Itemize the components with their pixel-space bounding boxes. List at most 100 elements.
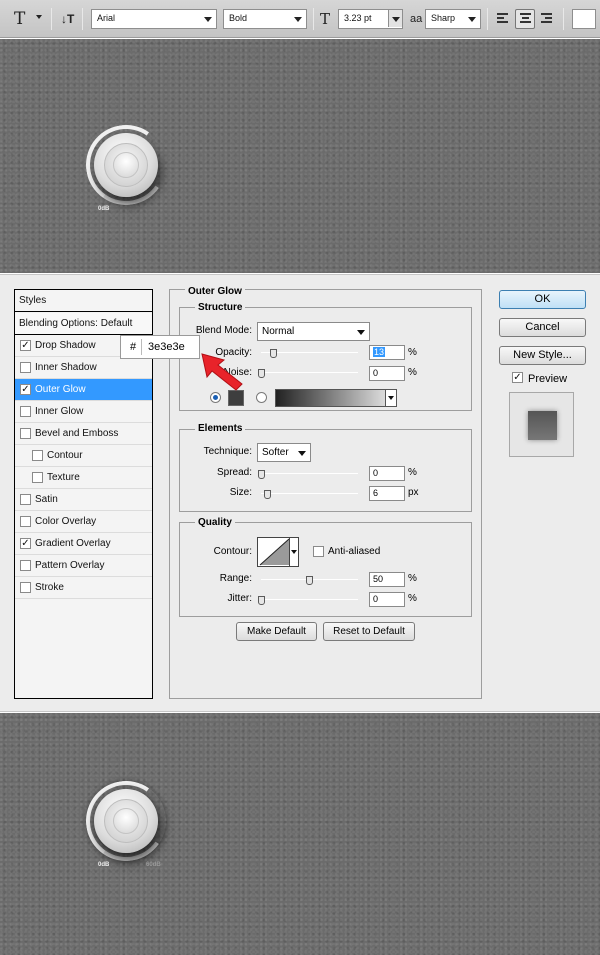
style-checkbox[interactable]: [32, 472, 43, 483]
spread-input[interactable]: 0: [369, 466, 405, 481]
size-slider[interactable]: [261, 493, 358, 494]
style-item-gradient-overlay[interactable]: ✓ Gradient Overlay: [15, 533, 152, 555]
style-item-label: Color Overlay: [35, 516, 97, 527]
style-checkbox[interactable]: [32, 450, 43, 461]
anti-alias-icon: aa: [410, 13, 423, 25]
technique-select[interactable]: Softer: [257, 443, 311, 462]
blend-mode-value: Normal: [262, 326, 295, 337]
gradient-dropdown-button[interactable]: [385, 390, 396, 406]
align-left-button[interactable]: [493, 9, 513, 29]
font-size-dropdown-button[interactable]: [388, 10, 402, 27]
contour-dropdown-button[interactable]: [289, 538, 298, 566]
glow-color-swatch[interactable]: [228, 390, 244, 406]
noise-slider-thumb[interactable]: [258, 369, 265, 378]
preview-checkbox[interactable]: ✓: [512, 372, 523, 383]
style-item-outer-glow[interactable]: ✓ Outer Glow: [15, 379, 152, 401]
noise-slider[interactable]: [261, 372, 358, 373]
styles-header[interactable]: Styles: [15, 290, 152, 312]
contour-picker[interactable]: [257, 537, 299, 567]
style-checkbox[interactable]: [20, 428, 31, 439]
toolbar-divider: [563, 8, 564, 30]
chevron-down-icon: [294, 17, 302, 22]
tool-preset-chevron-icon[interactable]: [36, 15, 42, 19]
layer-style-dialog: Styles Blending Options: Default ✓ Drop S…: [0, 274, 600, 712]
font-size-select[interactable]: 3.23 pt: [338, 9, 403, 29]
chevron-down-icon: [388, 396, 394, 400]
style-item-label: Pattern Overlay: [35, 560, 105, 571]
style-checkbox[interactable]: ✓: [20, 384, 31, 395]
chevron-down-icon: [357, 330, 365, 335]
jitter-slider[interactable]: [261, 599, 358, 600]
style-item-pattern-overlay[interactable]: Pattern Overlay: [15, 555, 152, 577]
style-item-label: Inner Glow: [35, 406, 84, 417]
style-item-label: Satin: [35, 494, 58, 505]
text-color-swatch[interactable]: [572, 9, 596, 29]
ok-button[interactable]: OK: [499, 290, 586, 309]
spread-slider-thumb[interactable]: [258, 470, 265, 479]
style-checkbox[interactable]: [20, 494, 31, 505]
knob-max-label: 60dB: [146, 862, 161, 868]
text-tool-icon[interactable]: T: [14, 9, 25, 29]
style-item-bevel-and-emboss[interactable]: Bevel and Emboss: [15, 423, 152, 445]
range-slider-thumb[interactable]: [306, 576, 313, 585]
anti-aliased-checkbox[interactable]: [313, 546, 324, 557]
jitter-slider-thumb[interactable]: [258, 596, 265, 605]
font-family-select[interactable]: Arial: [91, 9, 217, 29]
range-unit: %: [408, 573, 417, 584]
chevron-down-icon: [392, 17, 400, 22]
style-checkbox[interactable]: [20, 406, 31, 417]
opacity-slider-thumb[interactable]: [270, 349, 277, 358]
toolbar-divider: [51, 8, 52, 30]
spread-slider[interactable]: [261, 473, 358, 474]
gradient-radio[interactable]: [256, 392, 267, 403]
range-input[interactable]: 50: [369, 572, 405, 587]
style-checkbox[interactable]: [20, 362, 31, 373]
size-unit: px: [408, 487, 419, 498]
opacity-value: 13: [373, 347, 386, 357]
canvas-after: 0dB 60dB: [0, 713, 600, 955]
style-preview-thumbnail: [509, 392, 574, 457]
callout-divider: [141, 339, 142, 355]
font-style-select[interactable]: Bold: [223, 9, 307, 29]
style-checkbox[interactable]: [20, 516, 31, 527]
style-item-color-overlay[interactable]: Color Overlay: [15, 511, 152, 533]
hash-symbol: #: [130, 341, 137, 353]
jitter-input[interactable]: 0: [369, 592, 405, 607]
size-slider-thumb[interactable]: [264, 490, 271, 499]
blending-options-item[interactable]: Blending Options: Default: [15, 313, 152, 335]
glow-gradient-picker[interactable]: [275, 389, 397, 407]
text-orientation-icon[interactable]: ↓T: [61, 9, 74, 29]
size-input[interactable]: 6: [369, 486, 405, 501]
style-item-inner-shadow[interactable]: Inner Shadow: [15, 357, 152, 379]
font-style-value: Bold: [229, 13, 248, 23]
style-checkbox[interactable]: [20, 582, 31, 593]
hex-value: 3e3e3e: [148, 341, 185, 353]
opacity-input[interactable]: 13: [369, 345, 405, 360]
style-item-stroke[interactable]: Stroke: [15, 577, 152, 599]
style-checkbox[interactable]: ✓: [20, 340, 31, 351]
align-center-button[interactable]: [515, 9, 535, 29]
style-item-contour[interactable]: Contour: [15, 445, 152, 467]
reset-to-default-button[interactable]: Reset to Default: [323, 622, 415, 641]
solid-color-radio[interactable]: [210, 392, 221, 403]
knob-center: [113, 152, 139, 178]
noise-input[interactable]: 0: [369, 366, 405, 381]
structure-title: Structure: [195, 302, 246, 314]
new-style-button[interactable]: New Style...: [499, 346, 586, 365]
cancel-button[interactable]: Cancel: [499, 318, 586, 337]
anti-alias-select[interactable]: Sharp: [425, 9, 481, 29]
style-checkbox[interactable]: [20, 560, 31, 571]
style-checkbox[interactable]: ✓: [20, 538, 31, 549]
style-item-satin[interactable]: Satin: [15, 489, 152, 511]
align-right-button[interactable]: [537, 9, 557, 29]
toolbar-divider: [487, 8, 488, 30]
make-default-button[interactable]: Make Default: [236, 622, 317, 641]
blend-mode-select[interactable]: Normal: [257, 322, 370, 341]
preview-swatch: [528, 411, 557, 440]
technique-label: Technique:: [203, 446, 252, 457]
style-item-texture[interactable]: Texture: [15, 467, 152, 489]
jitter-label: Jitter:: [227, 593, 252, 604]
options-toolbar: T ↓T Arial Bold T 3.23 pt aa Sharp: [0, 0, 600, 38]
font-family-value: Arial: [97, 13, 116, 23]
style-item-inner-glow[interactable]: Inner Glow: [15, 401, 152, 423]
